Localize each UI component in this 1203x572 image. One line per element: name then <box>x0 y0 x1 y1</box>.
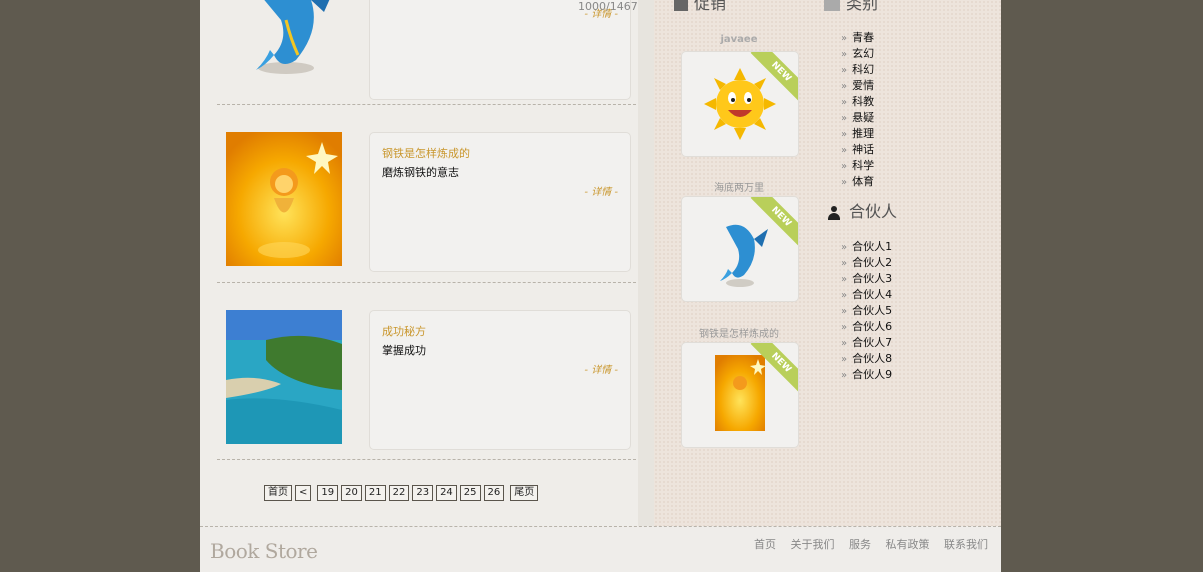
featured-book-2[interactable]: NEW <box>681 196 799 302</box>
double-chevron-icon: » <box>841 338 848 349</box>
book-row-3: 成功秘方 掌握成功 - 详情 - <box>217 310 636 480</box>
double-chevron-icon: » <box>841 129 848 140</box>
footer-nav: 首页 关于我们 服务 私有政策 联系我们 <box>743 536 988 552</box>
site-logo[interactable]: Book Store <box>210 539 318 563</box>
double-chevron-icon: » <box>841 370 848 381</box>
footer-link-home[interactable]: 首页 <box>754 538 776 551</box>
featured-book-3[interactable]: NEW <box>681 342 799 448</box>
double-chevron-icon: » <box>841 290 848 301</box>
partner-item[interactable]: » 合伙人5 <box>841 303 892 319</box>
book-card-3: 成功秘方 掌握成功 - 详情 - <box>369 310 631 450</box>
featured-book-1[interactable]: NEW <box>681 51 799 157</box>
page-number-button[interactable]: 25 <box>459 485 481 501</box>
tag-icon <box>674 0 688 11</box>
row-divider <box>217 282 636 283</box>
footer-link-contact[interactable]: 联系我们 <box>944 538 988 551</box>
page-number-button[interactable]: 24 <box>436 485 457 501</box>
category-list: » 青春 » 玄幻 » 科幻 » 爱情 » 科教 » 悬疑 » 推理 » 神话 » 科学 » 体育 <box>841 30 874 190</box>
double-chevron-icon: » <box>841 161 848 172</box>
book-list-column: - 详情 - 1000/1467 钢铁是怎样炼成的 磨炼钢铁的意志 - 详情 -… <box>200 0 654 526</box>
pagination: 首页 <19 20 21 22 23 24 25 26 尾页 <box>264 485 541 501</box>
featured-caption[interactable]: 海底两万里 <box>681 179 797 194</box>
page-container: - 详情 - 1000/1467 钢铁是怎样炼成的 磨炼钢铁的意志 - 详情 -… <box>200 0 1001 572</box>
book-description: 掌握成功 <box>382 344 426 357</box>
partner-item[interactable]: » 合伙人9 <box>841 367 892 383</box>
book-title[interactable]: 钢铁是怎样炼成的 <box>382 145 470 161</box>
page-number-button[interactable]: 23 <box>412 485 434 501</box>
partners-heading: 合伙人 <box>827 198 897 222</box>
book-cover-beach[interactable] <box>226 310 342 444</box>
double-chevron-icon: » <box>841 322 848 333</box>
page-number-button[interactable]: 20 <box>341 485 362 501</box>
category-item[interactable]: » 体育 <box>841 174 874 190</box>
featured-caption[interactable]: 钢铁是怎样炼成的 <box>681 325 797 340</box>
category-item[interactable]: » 科教 <box>841 94 874 110</box>
book-details-link[interactable]: - 详情 - <box>584 361 618 376</box>
view-counter: 1000/1467 <box>578 0 638 13</box>
promo-heading: 促销 <box>674 0 726 14</box>
category-item[interactable]: » 青春 <box>841 30 874 46</box>
partner-item[interactable]: » 合伙人6 <box>841 319 892 335</box>
footer-link-privacy[interactable]: 私有政策 <box>886 538 930 551</box>
double-chevron-icon: » <box>841 97 848 108</box>
partner-item[interactable]: » 合伙人1 <box>841 239 892 255</box>
book-details-link[interactable]: - 详情 - <box>584 183 618 198</box>
partner-item[interactable]: » 合伙人2 <box>841 255 892 271</box>
double-chevron-icon: » <box>841 306 848 317</box>
double-chevron-icon: » <box>841 33 848 44</box>
page-number-button[interactable]: 22 <box>388 485 410 501</box>
double-chevron-icon: » <box>841 145 848 156</box>
book-cover-bird[interactable] <box>226 0 342 94</box>
featured-caption[interactable]: javaee <box>681 34 797 45</box>
page-number-button[interactable]: 26 <box>483 485 505 501</box>
row-divider <box>217 459 636 460</box>
page-number-button[interactable]: 19 <box>317 485 339 501</box>
category-item[interactable]: » 推理 <box>841 126 874 142</box>
page-prev-button[interactable]: < <box>295 485 312 501</box>
partner-item[interactable]: » 合伙人3 <box>841 271 892 287</box>
partner-item[interactable]: » 合伙人4 <box>841 287 892 303</box>
category-heading: 类别 <box>824 0 878 14</box>
page-first-button[interactable]: 首页 <box>264 485 292 501</box>
partner-list: » 合伙人1 » 合伙人2 » 合伙人3 » 合伙人4 » 合伙人5 » 合伙人6 » 合伙人… <box>841 239 892 383</box>
book-icon <box>824 0 840 11</box>
category-item[interactable]: » 神话 <box>841 142 874 158</box>
double-chevron-icon: » <box>841 113 848 124</box>
category-item[interactable]: » 玄幻 <box>841 46 874 62</box>
page-number-button[interactable]: 21 <box>364 485 386 501</box>
book-card-2: 钢铁是怎样炼成的 磨炼钢铁的意志 - 详情 - <box>369 132 631 272</box>
category-item[interactable]: » 科学 <box>841 158 874 174</box>
partner-item[interactable]: » 合伙人8 <box>841 351 892 367</box>
category-item[interactable]: » 科幻 <box>841 62 874 78</box>
double-chevron-icon: » <box>841 177 848 188</box>
double-chevron-icon: » <box>841 242 848 253</box>
page-last-button[interactable]: 尾页 <box>510 485 539 501</box>
book-title[interactable]: 成功秘方 <box>382 323 426 339</box>
double-chevron-icon: » <box>841 81 848 92</box>
book-card-1: - 详情 - <box>369 0 631 100</box>
partner-item[interactable]: » 合伙人7 <box>841 335 892 351</box>
person-icon <box>827 205 841 220</box>
book-description: 磨炼钢铁的意志 <box>382 166 459 179</box>
double-chevron-icon: » <box>841 258 848 269</box>
category-item[interactable]: » 悬疑 <box>841 110 874 126</box>
footer-link-services[interactable]: 服务 <box>849 538 871 551</box>
double-chevron-icon: » <box>841 65 848 76</box>
double-chevron-icon: » <box>841 49 848 60</box>
row-divider <box>217 104 636 105</box>
book-row-1: - 详情 - 1000/1467 <box>217 0 638 130</box>
double-chevron-icon: » <box>841 354 848 365</box>
footer-link-about[interactable]: 关于我们 <box>791 538 835 551</box>
footer: Book Store 首页 关于我们 服务 私有政策 联系我们 <box>200 526 1001 572</box>
book-row-2: 钢铁是怎样炼成的 磨炼钢铁的意志 - 详情 - <box>217 132 636 302</box>
category-item[interactable]: » 爱情 <box>841 78 874 94</box>
double-chevron-icon: » <box>841 274 848 285</box>
book-cover-sun[interactable] <box>226 132 342 266</box>
